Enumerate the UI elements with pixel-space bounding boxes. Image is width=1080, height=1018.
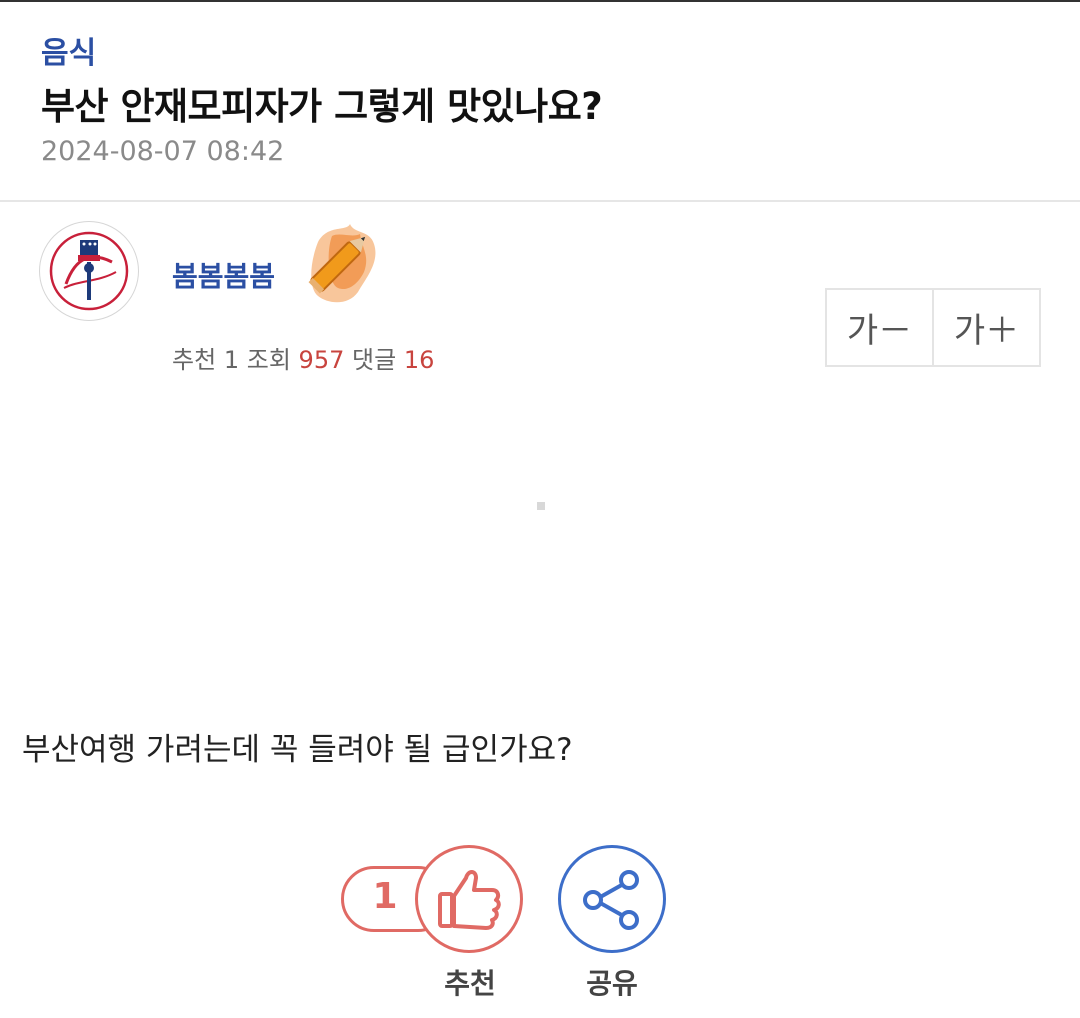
recommend-count: 1 xyxy=(372,876,398,917)
recommend-label[interactable]: 추천 xyxy=(430,962,510,1002)
top-border xyxy=(0,0,1080,2)
yankees-logo-icon xyxy=(49,231,129,311)
author-avatar[interactable] xyxy=(39,221,139,321)
font-size-controls: 가－ 가＋ xyxy=(825,288,1041,367)
post-category[interactable]: 음식 xyxy=(41,28,96,72)
post-title: 부산 안재모피자가 그렇게 맛있나요? xyxy=(41,85,603,128)
views-stat-count: 957 xyxy=(298,346,345,374)
recommend-stat-label: 추천 xyxy=(172,346,217,374)
header-divider xyxy=(0,200,1080,202)
recommend-button[interactable] xyxy=(415,845,523,953)
post-date: 2024-08-07 08:42 xyxy=(41,136,285,167)
share-button[interactable] xyxy=(558,845,666,953)
comments-stat-label: 댓글 xyxy=(352,346,397,374)
share-icon xyxy=(583,870,639,930)
recommend-stat-count: 1 xyxy=(223,346,240,374)
image-placeholder xyxy=(537,502,545,510)
comments-stat-count[interactable]: 16 xyxy=(404,346,435,374)
thumbs-up-icon xyxy=(438,870,501,930)
flaming-pencil-icon xyxy=(288,222,380,316)
font-decrease-button[interactable]: 가－ xyxy=(827,290,932,365)
author-nickname[interactable]: 봄봄봄봄 xyxy=(172,255,275,295)
share-label[interactable]: 공유 xyxy=(572,962,652,1002)
views-stat-label: 조회 xyxy=(246,346,291,374)
post-body: 부산여행 가려는데 꼭 들려야 될 급인가요? xyxy=(22,732,573,768)
post-stats: 추천 1 조회 957 댓글 16 xyxy=(172,340,434,375)
font-increase-button[interactable]: 가＋ xyxy=(932,290,1039,365)
